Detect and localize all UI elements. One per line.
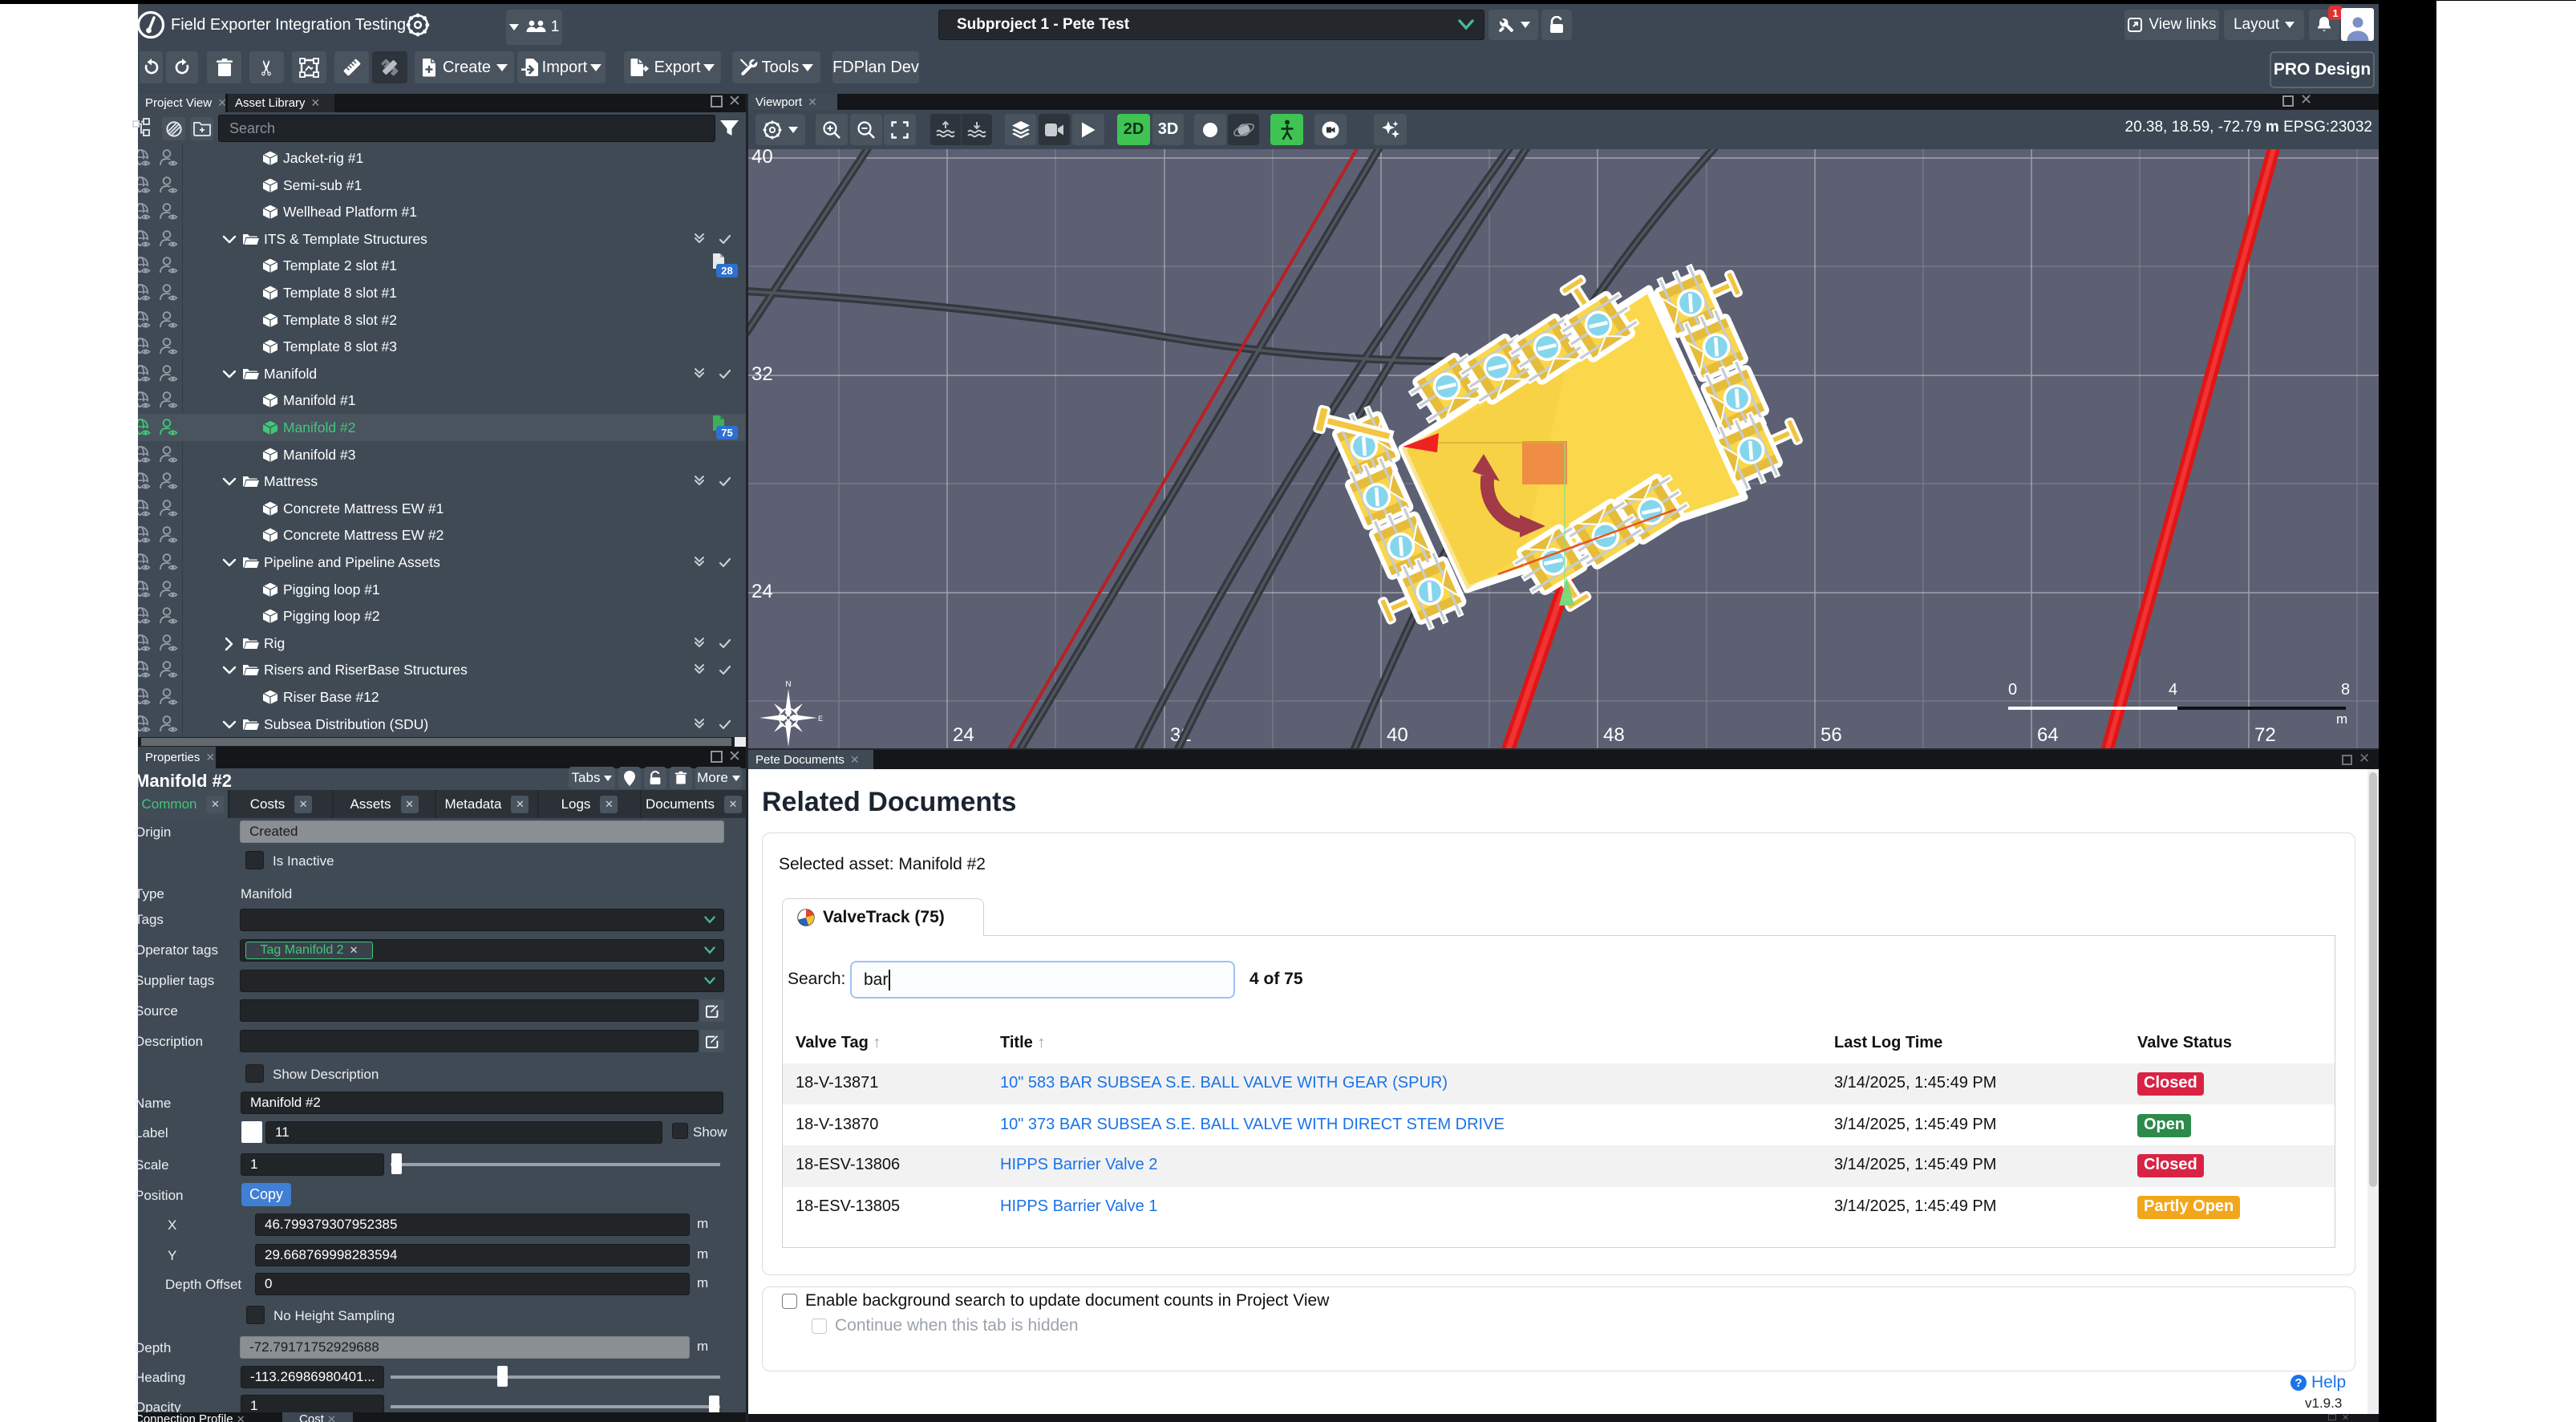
- svg-text:32: 32: [751, 363, 773, 385]
- svg-text:24: 24: [953, 724, 974, 746]
- svg-text:64: 64: [2037, 724, 2059, 746]
- svg-text:72: 72: [2254, 724, 2276, 746]
- svg-text:40: 40: [1387, 724, 1408, 746]
- svg-text:m: m: [2336, 711, 2347, 727]
- svg-text:56: 56: [1821, 724, 1842, 746]
- svg-text:4: 4: [2169, 681, 2177, 699]
- svg-text:8: 8: [2341, 681, 2350, 699]
- svg-text:N: N: [785, 680, 791, 689]
- svg-text:0: 0: [2008, 681, 2017, 699]
- svg-text:40: 40: [751, 149, 773, 168]
- svg-text:48: 48: [1603, 724, 1625, 746]
- svg-text:24: 24: [751, 581, 773, 602]
- svg-text:E: E: [818, 715, 823, 723]
